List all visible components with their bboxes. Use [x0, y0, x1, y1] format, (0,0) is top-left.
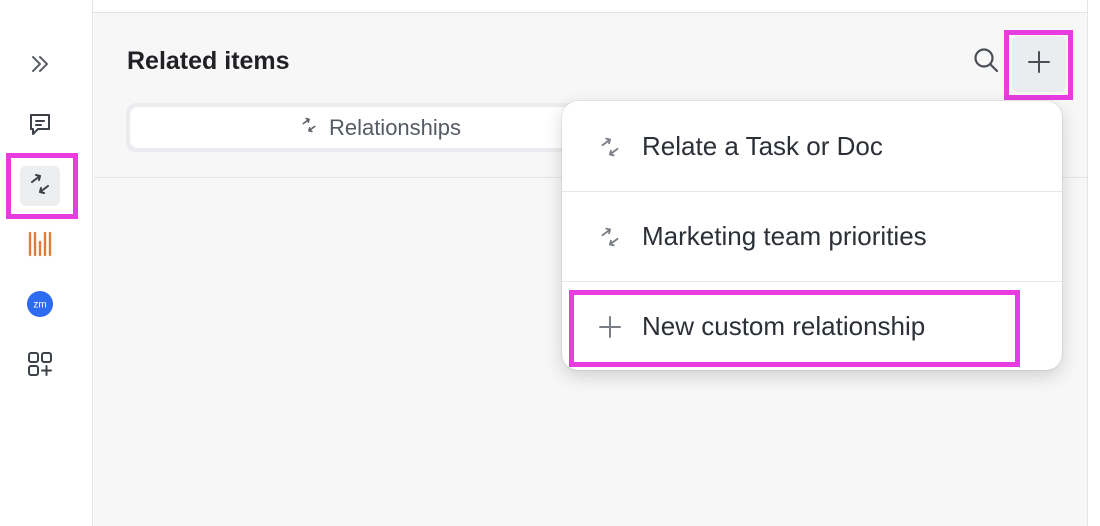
zoom-app-button[interactable]: zm [20, 286, 60, 326]
panel-title: Related items [127, 47, 290, 75]
left-icon-rail: zm [0, 0, 93, 526]
add-apps-icon [26, 350, 54, 383]
relationship-icon [299, 115, 319, 141]
tab-relationships[interactable]: Relationships [130, 107, 630, 148]
tab-label: Relationships [328, 114, 462, 140]
add-apps-button[interactable] [20, 346, 60, 386]
highlight-add-button [1004, 30, 1073, 100]
search-button[interactable] [966, 46, 1006, 78]
panel-right-border [1087, 0, 1088, 526]
menu-item-marketing-team-priorities[interactable]: Marketing team priorities [562, 192, 1062, 281]
timeline-bars-icon [26, 230, 54, 263]
menu-item-label: Relate a Task or Doc [642, 131, 883, 161]
menu-item-relate-task-or-doc[interactable]: Relate a Task or Doc [562, 102, 1062, 191]
timeline-app-button[interactable] [20, 226, 60, 266]
comment-icon [26, 110, 54, 143]
relationship-icon [596, 223, 624, 251]
search-icon [972, 46, 1000, 79]
highlight-new-custom-relationship [569, 290, 1020, 367]
menu-item-label: Marketing team priorities [642, 221, 927, 251]
highlight-relationships-button [6, 153, 78, 219]
relationship-icon [596, 133, 624, 161]
double-chevron-right-icon [28, 52, 52, 81]
tab-bar: Relationships [126, 103, 630, 152]
zoom-icon-label: zm [33, 299, 46, 310]
comments-button[interactable] [20, 106, 60, 146]
expand-sidebar-button[interactable] [20, 46, 60, 86]
zoom-icon: zm [26, 290, 54, 323]
